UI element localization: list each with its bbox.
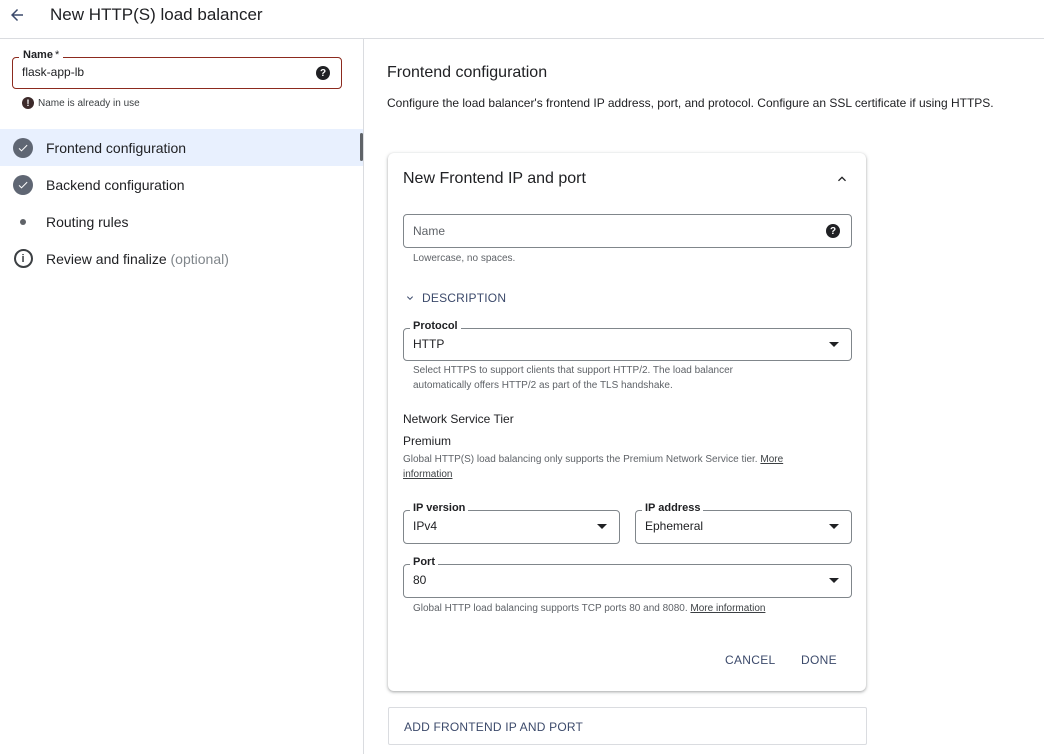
section-description: Configure the load balancer's frontend I… [387, 96, 994, 110]
network-tier-hint-text: Global HTTP(S) load balancing only suppo… [403, 454, 758, 465]
protocol-hint-line: automatically offers HTTP/2 as part of t… [413, 380, 673, 391]
frontend-name-placeholder[interactable]: Name [413, 224, 445, 238]
dropdown-arrow-icon [829, 578, 839, 583]
ip-version-value: IPv4 [413, 519, 438, 533]
check-circle-icon [13, 137, 33, 158]
ip-address-select[interactable]: IP address Ephemeral [635, 502, 852, 544]
steps-nav: Frontend configuration Backend configura… [0, 129, 363, 277]
step-label: Backend configuration [46, 176, 185, 193]
network-tier-value: Premium [403, 434, 452, 448]
left-panel: Name * flask-app-lb ? ! Name is already i… [0, 39, 364, 754]
dropdown-arrow-icon [597, 524, 607, 529]
protocol-hint-line: Select HTTPS to support clients that sup… [413, 365, 733, 376]
port-value: 80 [413, 573, 427, 587]
dot-icon [13, 212, 33, 232]
protocol-value: HTTP [413, 337, 445, 351]
step-label: Routing rules [46, 213, 129, 230]
step-review-and-finalize[interactable]: i Review and finalize (optional) [0, 240, 363, 277]
name-hint: Lowercase, no spaces. [413, 253, 516, 264]
dropdown-arrow-icon [829, 524, 839, 529]
section-title: Frontend configuration [387, 64, 548, 81]
chevron-down-icon [407, 296, 413, 300]
step-label: Review and finalize (optional) [46, 251, 229, 267]
lb-name-label: Name * [19, 49, 64, 61]
dropdown-arrow-icon [829, 342, 839, 347]
card-title: New Frontend IP and port [403, 170, 586, 187]
frontend-name-field[interactable]: Name ? [403, 214, 852, 248]
done-button[interactable]: DONE [801, 653, 837, 667]
description-toggle-label: DESCRIPTION [422, 291, 507, 305]
protocol-label: Protocol [410, 320, 461, 332]
step-label-text: Review and finalize [46, 250, 167, 267]
help-icon[interactable]: ? [826, 224, 840, 238]
check-circle-icon [13, 174, 33, 195]
optional-label: (optional) [170, 250, 229, 267]
network-tier-hint: Global HTTP(S) load balancing only suppo… [403, 452, 843, 482]
ip-version-label: IP version [410, 502, 469, 514]
port-select[interactable]: Port 80 [403, 556, 852, 598]
page-header: New HTTP(S) load balancer [0, 0, 1044, 39]
lb-name-input[interactable]: flask-app-lb [22, 65, 84, 79]
ip-version-select[interactable]: IP version IPv4 [403, 502, 620, 544]
info-icon: i [13, 249, 33, 269]
step-label: Frontend configuration [46, 139, 187, 156]
page-title: New HTTP(S) load balancer [50, 5, 263, 24]
protocol-hint: Select HTTPS to support clients that sup… [413, 363, 733, 393]
error-icon: ! [22, 97, 34, 109]
collapse-button[interactable] [834, 171, 850, 187]
step-backend-configuration[interactable]: Backend configuration [0, 166, 363, 203]
arrow-back-icon [11, 9, 23, 21]
network-tier-label: Network Service Tier [403, 412, 514, 426]
ip-address-value: Ephemeral [645, 519, 704, 533]
description-toggle[interactable]: DESCRIPTION [404, 291, 506, 305]
step-frontend-configuration[interactable]: Frontend configuration [0, 129, 363, 166]
port-label: Port [410, 556, 438, 568]
port-more-information-link[interactable]: More information [690, 603, 765, 614]
name-error-text: Name is already in use [38, 97, 140, 109]
frontend-card: New Frontend IP and port Name ? Lowercas… [388, 153, 866, 691]
port-hint-text: Global HTTP load balancing supports TCP … [413, 603, 688, 614]
help-icon[interactable]: ? [316, 66, 330, 80]
cancel-button[interactable]: CANCEL [725, 653, 775, 667]
back-button[interactable] [5, 3, 29, 27]
chevron-up-icon [838, 176, 846, 182]
more-information-link[interactable]: More [760, 454, 783, 465]
ip-address-label: IP address [642, 502, 704, 514]
more-information-link-continued[interactable]: information [403, 469, 452, 480]
lb-name-label-text: Name [23, 49, 53, 61]
step-routing-rules[interactable]: Routing rules [0, 203, 363, 240]
required-mark: * [54, 49, 60, 61]
lb-name-field[interactable]: Name * flask-app-lb ? [12, 49, 342, 89]
add-frontend-label: ADD FRONTEND IP AND PORT [404, 720, 584, 734]
port-hint: Global HTTP load balancing supports TCP … [413, 601, 765, 616]
add-frontend-button[interactable]: ADD FRONTEND IP AND PORT [388, 707, 867, 745]
protocol-select[interactable]: Protocol HTTP [403, 320, 852, 361]
name-error-message: ! Name is already in use [22, 97, 140, 109]
